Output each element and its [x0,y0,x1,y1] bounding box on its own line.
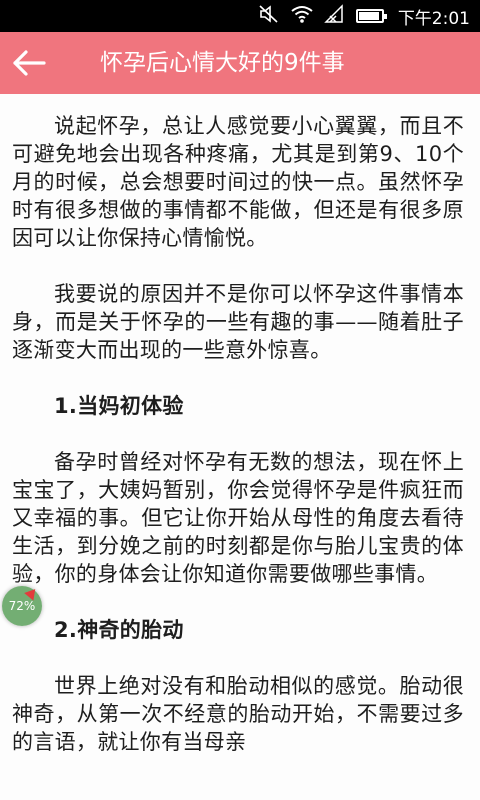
battery-icon [355,9,387,23]
status-icons: 下午2:01 [258,0,470,32]
section-heading-1: 1.当妈初体验 [54,394,184,418]
screen: 下午2:01 怀孕后心情大好的9件事 说起怀孕，总让人感觉要小心翼翼，而且不可避… [0,0,480,800]
battery-fill [358,12,379,20]
signal-icon [324,4,346,28]
page-title: 怀孕后心情大好的9件事 [100,50,345,76]
article-paragraph-1: 说起怀孕，总让人感觉要小心翼翼，而且不可避免地会出现各种疼痛，尤其是到第9、10… [12,114,464,250]
wifi-icon [290,4,314,28]
mute-icon [258,4,280,28]
article-paragraph-3: 备孕时曾经对怀孕有无数的想法，现在怀上宝宝了，大姨妈暂别，你会觉得怀孕是件疯狂而… [12,450,464,586]
section-heading-2: 2.神奇的胎动 [54,618,184,642]
floating-badge-label: 72% [8,599,36,613]
status-time: 下午2:01 [397,8,470,29]
article-paragraph-2: 我要说的原因并不是你可以怀孕这件事情本身，而是关于怀孕的一些有趣的事——随着肚子… [12,282,464,362]
article-body: 说起怀孕，总让人感觉要小心翼翼，而且不可避免地会出现各种疼痛，尤其是到第9、10… [0,94,480,756]
article-scroll-area[interactable]: 说起怀孕，总让人感觉要小心翼翼，而且不可避免地会出现各种疼痛，尤其是到第9、10… [0,94,480,800]
article-paragraph-4: 世界上绝对没有和胎动相似的感觉。胎动很神奇，从第一次不经意的胎动开始，不需要过多… [12,674,464,754]
app-bar: 怀孕后心情大好的9件事 [0,32,480,94]
status-bar: 下午2:01 [0,0,480,32]
floating-progress-badge[interactable]: 72% [2,586,42,626]
arrow-left-icon [13,50,46,76]
back-button[interactable] [6,40,52,86]
